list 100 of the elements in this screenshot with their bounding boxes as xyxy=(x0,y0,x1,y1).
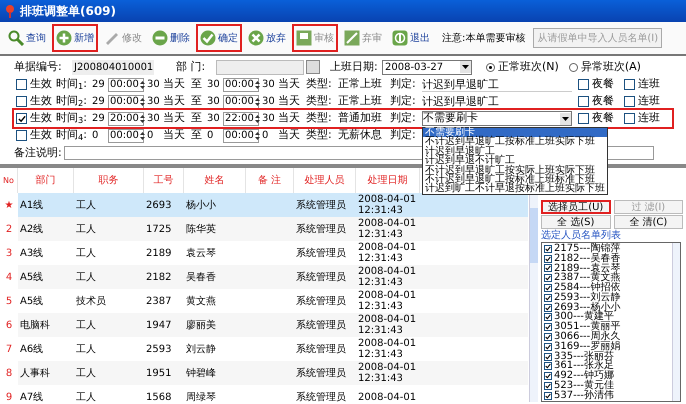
panel-button[interactable]: 全 清(C) xyxy=(614,215,683,229)
checkbox[interactable] xyxy=(16,130,27,141)
toolbar-button[interactable]: 放弃 xyxy=(244,24,290,52)
table-cell-text: 工人 xyxy=(75,270,97,284)
end-time-field[interactable]: 00:00 xyxy=(223,128,259,142)
dropdown-option[interactable]: 不计迟到早退旷工按标准上班实际下班 xyxy=(423,137,607,147)
start-time-field[interactable]: 00:00 xyxy=(108,94,144,108)
checkbox[interactable] xyxy=(544,323,552,332)
spinner-icon[interactable] xyxy=(138,112,146,124)
day-text: 当天 xyxy=(278,93,301,110)
list-item[interactable]: 3051---黄丽平 xyxy=(554,322,620,332)
table-row[interactable]: 8 人事科 工人 1951 钟碧峰 系统管理员 2008-04-01 12:31:43 xyxy=(0,361,528,385)
checkbox[interactable] xyxy=(544,313,552,322)
checkbox[interactable] xyxy=(544,382,552,390)
dropdown-option[interactable]: 不计迟到早退旷工按实际上班实际下班 xyxy=(423,166,607,175)
department-field[interactable] xyxy=(216,60,304,74)
checkbox[interactable] xyxy=(544,254,552,263)
list-item[interactable]: 2593---刘云静 xyxy=(554,292,620,303)
dropdown-option[interactable]: 计迟到早退不计旷工 xyxy=(423,156,607,166)
start-time-field[interactable]: 00:00 xyxy=(108,78,144,92)
end-time-field[interactable]: 00:00 xyxy=(223,78,259,92)
toolbar-button[interactable]: 确定 xyxy=(196,24,242,52)
panel-button[interactable]: 全 选(S) xyxy=(541,215,610,229)
spinner-icon[interactable] xyxy=(254,78,261,90)
toolbar-button[interactable]: 删除 xyxy=(148,24,194,52)
checkbox[interactable] xyxy=(544,372,552,380)
table-row[interactable]: 6 电脑科 工人 1947 廖丽美 系统管理员 2008-04-01 12:31:43 xyxy=(0,313,528,337)
checkbox[interactable] xyxy=(544,392,552,400)
table-cell-text: 系统管理员 xyxy=(295,246,347,260)
checkbox[interactable] xyxy=(544,304,552,312)
scrollbar[interactable] xyxy=(672,243,680,401)
checkbox[interactable] xyxy=(544,294,552,302)
checkbox[interactable] xyxy=(544,342,552,351)
toolbar-button[interactable]: 查询 xyxy=(4,24,50,52)
panel-button[interactable]: 选择员工(U) xyxy=(541,200,610,214)
checkbox[interactable] xyxy=(624,113,635,124)
dropdown-option[interactable]: 计迟到旷工不计早退按标准上班实际下班 xyxy=(423,184,607,194)
table-row[interactable]: ★ A1线 工人 2693 杨小小 系统管理员 2008-04-01 12:31:43 xyxy=(0,193,528,217)
end-time-field[interactable]: 22:00 xyxy=(223,112,259,126)
doc-number-field[interactable]: J200804010001 xyxy=(72,60,154,74)
checkbox[interactable] xyxy=(544,264,552,272)
list-item[interactable]: 2175---陶锦萍 xyxy=(554,244,620,254)
people-list[interactable]: 2175---陶锦萍 2182---吴春香 2189---袁云琴 2387---黄文燕 2584---钟招依 2593---刘云静 2693---杨小小 300---黄建平 3051---黄丽平 3066---周永久 3169---罗丽娟 335---张丽芬 361---张永足 492---钟巧娜 523---黄元佳 537---孙清伟 xyxy=(541,242,681,402)
search-icon xyxy=(8,30,24,46)
list-item[interactable]: 3066---周永久 xyxy=(554,332,620,342)
toolbar-button[interactable]: 新增 xyxy=(52,24,98,52)
checkbox[interactable] xyxy=(544,244,552,253)
table-cell-text: 2008-04-01 12:31:43 xyxy=(357,361,418,385)
table-cell-text: 系统管理员 xyxy=(295,390,347,402)
checkbox[interactable] xyxy=(16,113,27,124)
start-time-field[interactable]: 20:00 xyxy=(108,112,144,126)
day-field: 29 xyxy=(92,77,108,92)
list-item[interactable]: 2182---吴春香 xyxy=(554,254,620,264)
to-text: 至 xyxy=(191,76,203,92)
list-item[interactable]: 2189---袁云琴 xyxy=(554,264,620,274)
checkbox[interactable] xyxy=(578,96,589,107)
list-item[interactable]: 3169---罗丽娟 xyxy=(554,342,620,352)
time-label: 时间$_{2}$: xyxy=(56,93,88,110)
toolbar-button[interactable]: 退出 xyxy=(388,24,434,52)
radio-button[interactable] xyxy=(486,62,495,72)
checkbox[interactable] xyxy=(544,352,552,361)
checkbox-label: 夜餐 xyxy=(592,93,614,110)
spinner-icon[interactable] xyxy=(254,96,261,108)
checkbox[interactable] xyxy=(544,284,552,292)
date-select[interactable]: 2008-03-27 xyxy=(382,60,472,74)
end-time-field[interactable]: 00:00 xyxy=(223,94,259,108)
table-row[interactable]: 2 A2线 工人 1725 陈华英 系统管理员 2008-04-01 12:31:43 xyxy=(0,217,528,241)
table-cell-text: 袁云琴 xyxy=(185,246,217,260)
table-cell-text: 系统管理员 xyxy=(295,318,347,332)
field-label: 类型: xyxy=(306,93,333,110)
checkbox[interactable] xyxy=(578,79,589,90)
list-item[interactable]: 335---张丽芬 xyxy=(554,352,614,362)
slash-icon xyxy=(344,30,360,46)
checkbox[interactable] xyxy=(544,274,552,282)
spinner-icon[interactable] xyxy=(138,78,146,90)
table-cell-text: 1951 xyxy=(145,366,172,380)
checkbox[interactable] xyxy=(578,113,589,124)
spinner-icon[interactable] xyxy=(254,130,261,142)
field-label: 类型: xyxy=(306,127,333,144)
start-time-field[interactable]: 00:00 xyxy=(108,128,144,142)
list-item[interactable]: 537---孙清伟 xyxy=(554,390,614,401)
checkbox[interactable] xyxy=(624,79,635,90)
spinner-icon[interactable] xyxy=(138,96,146,108)
day-field: 30 xyxy=(147,94,163,109)
checkbox[interactable] xyxy=(16,79,27,90)
table-cell-text: 1947 xyxy=(145,318,172,332)
table-row[interactable]: 4 A5线 工人 2182 吴春香 系统管理员 2008-04-01 12:31:43 xyxy=(0,265,528,289)
field-label: 备注说明: xyxy=(14,144,63,161)
spinner-icon[interactable] xyxy=(254,112,261,124)
checkbox[interactable] xyxy=(16,96,27,107)
checkbox-label: 生效 xyxy=(30,93,53,110)
spinner-icon[interactable] xyxy=(138,130,146,142)
checkbox[interactable] xyxy=(544,333,552,342)
checkbox[interactable] xyxy=(544,362,552,370)
checkbox[interactable] xyxy=(624,96,635,107)
radio-button[interactable] xyxy=(568,62,578,72)
calendar-icon[interactable] xyxy=(306,60,320,74)
table-cell-text: 1568 xyxy=(145,390,172,402)
judgement-select[interactable]: 不需要刷卡 xyxy=(422,111,572,126)
field-label: 判定: xyxy=(390,76,417,92)
